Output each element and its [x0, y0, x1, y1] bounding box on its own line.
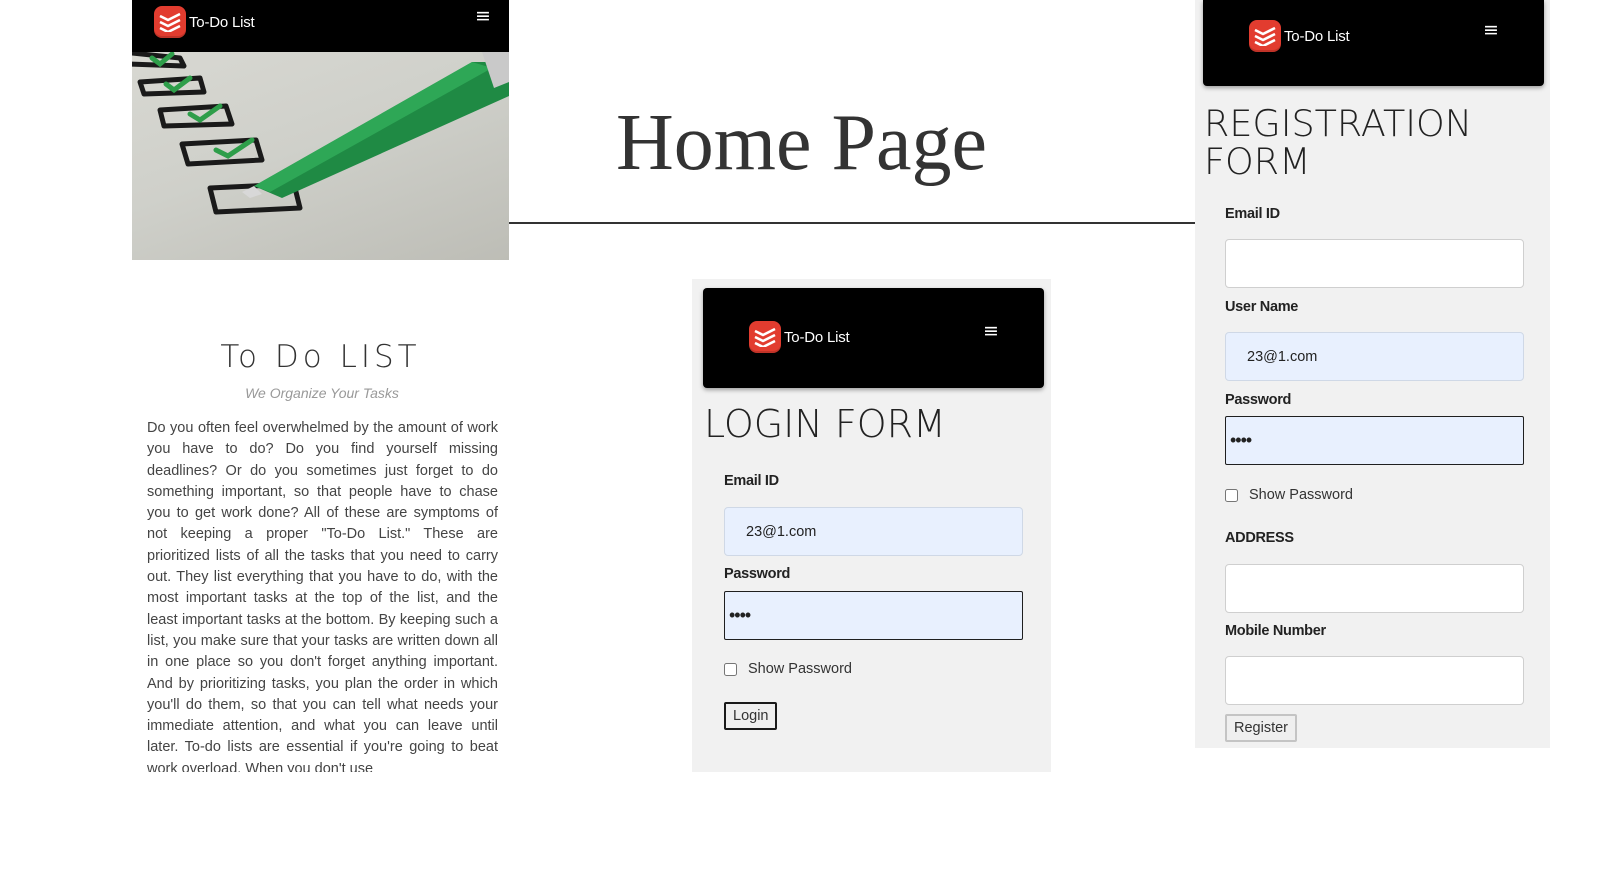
brand-name: To-Do List: [784, 328, 850, 346]
page-title: To Do LIST: [220, 339, 421, 375]
show-password-label: Show Password: [748, 661, 852, 677]
email-label: Email ID: [724, 473, 779, 489]
navbar: To-Do List ≡: [703, 288, 1044, 388]
address-input[interactable]: [1225, 564, 1524, 613]
show-password-toggle[interactable]: Show Password: [724, 661, 852, 677]
show-password-checkbox[interactable]: [1225, 488, 1238, 502]
mobile-number-input[interactable]: [1225, 656, 1524, 705]
login-form-title: LOGIN FORM: [704, 402, 946, 446]
todo-logo-icon: [1249, 20, 1281, 52]
brand-name: To-Do List: [189, 13, 255, 31]
show-password-label: Show Password: [1249, 487, 1353, 503]
show-password-checkbox[interactable]: [724, 662, 737, 676]
tagline: We Organize Your Tasks: [245, 385, 399, 401]
hamburger-menu-icon[interactable]: ≡: [1483, 21, 1499, 40]
username-label: User Name: [1225, 299, 1299, 315]
password-label: Password: [724, 566, 791, 582]
todo-logo-icon: [154, 6, 186, 38]
registration-form-preview: To-Do List ≡ REGISTRATION FORM Email ID …: [1195, 0, 1550, 748]
navbar: To-Do List ≡: [132, 0, 509, 52]
brand-link[interactable]: To-Do List: [154, 6, 255, 38]
slide-headline: Home Page: [616, 99, 988, 187]
headline-divider: [509, 222, 1195, 224]
email-label: Email ID: [1225, 206, 1280, 222]
password-input[interactable]: [724, 591, 1023, 640]
home-page-preview: To-Do List ≡ To Do LIST We Organize Your…: [132, 0, 509, 772]
todo-logo-icon: [749, 321, 781, 353]
hamburger-menu-icon[interactable]: ≡: [475, 7, 491, 26]
checklist-pen-image: [132, 52, 509, 260]
username-input[interactable]: [1225, 332, 1524, 381]
address-label: ADDRESS: [1225, 530, 1294, 546]
brand-link[interactable]: To-Do List: [749, 321, 850, 353]
hamburger-menu-icon[interactable]: ≡: [983, 322, 999, 341]
password-input[interactable]: [1225, 416, 1524, 465]
navbar: To-Do List ≡: [1203, 0, 1544, 86]
email-input[interactable]: [724, 507, 1023, 556]
show-password-toggle[interactable]: Show Password: [1225, 487, 1353, 503]
login-form-preview: To-Do List ≡ LOGIN FORM Email ID Passwor…: [692, 279, 1051, 772]
brand-name: To-Do List: [1284, 27, 1350, 45]
register-button[interactable]: Register: [1225, 714, 1297, 742]
password-label: Password: [1225, 392, 1292, 408]
intro-paragraph: Do you often feel overwhelmed by the amo…: [147, 420, 498, 772]
email-input[interactable]: [1225, 239, 1524, 288]
brand-link[interactable]: To-Do List: [1249, 20, 1350, 52]
registration-form-title: REGISTRATION FORM: [1204, 102, 1473, 184]
mobile-number-label: Mobile Number: [1225, 623, 1326, 639]
login-button[interactable]: Login: [724, 702, 778, 730]
